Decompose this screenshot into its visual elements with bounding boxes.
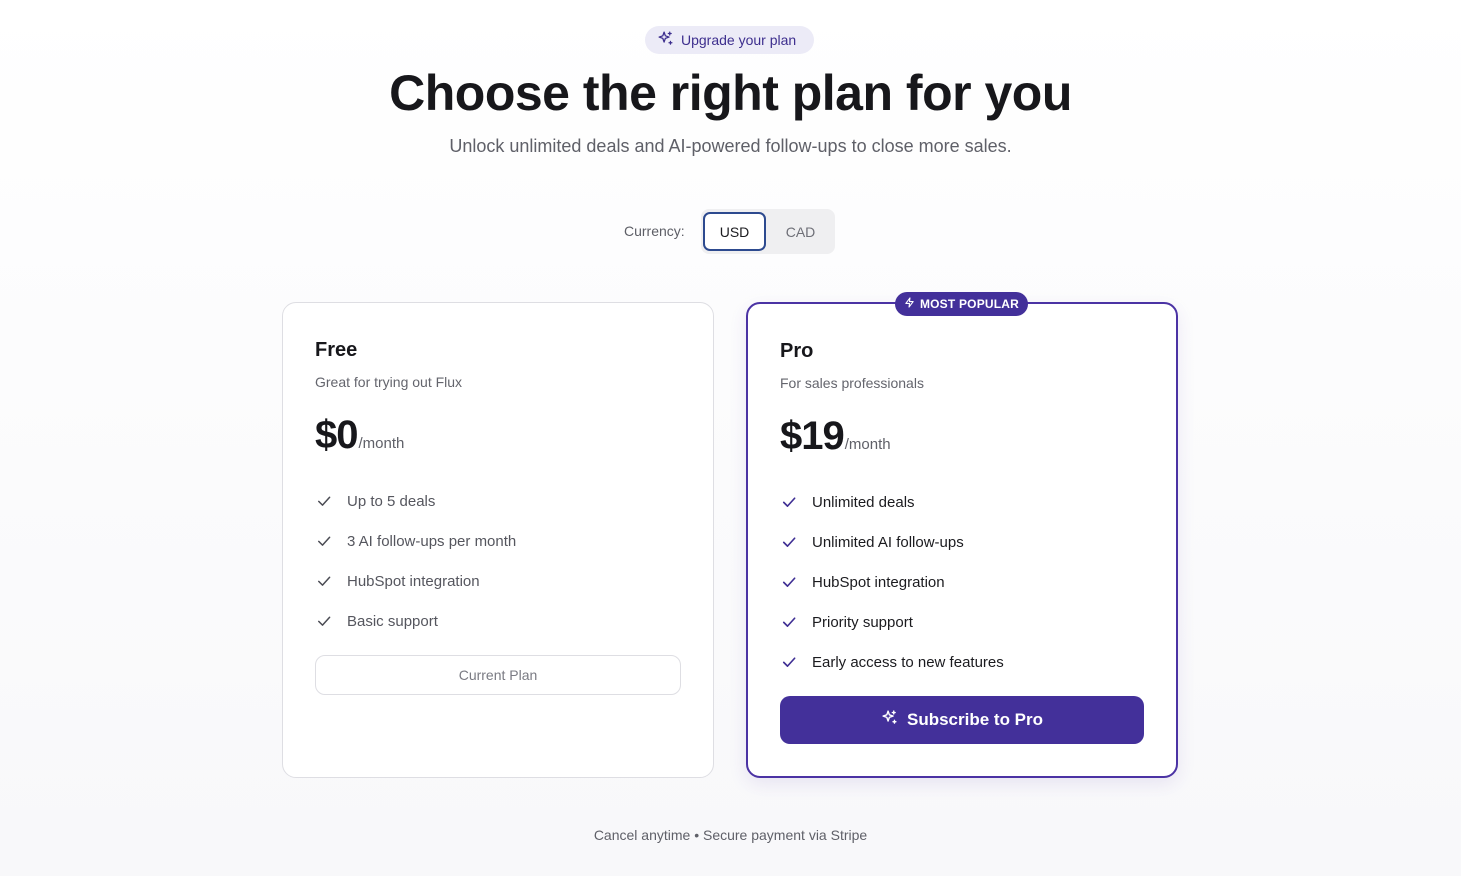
check-icon (315, 612, 333, 630)
most-popular-label: MOST POPULAR (919, 297, 1020, 311)
page-title: Choose the right plan for you (389, 65, 1072, 121)
subscribe-pro-label: Subscribe to Pro (906, 710, 1044, 729)
currency-toggle: USD CAD (701, 209, 835, 254)
feature-item: HubSpot integration (780, 562, 1004, 602)
currency-option-usd[interactable]: USD (703, 212, 766, 251)
feature-label: HubSpot integration (812, 573, 945, 591)
pricing-page: Upgrade your plan Choose the right plan … (0, 0, 1461, 876)
check-icon (315, 532, 333, 550)
currency-label: Currency: (624, 223, 685, 239)
feature-item: Unlimited AI follow-ups (780, 522, 1004, 562)
check-icon (780, 653, 798, 671)
check-icon (780, 573, 798, 591)
plan-description: For sales professionals (780, 375, 924, 391)
check-icon (780, 613, 798, 631)
feature-item: 3 AI follow-ups per month (315, 521, 516, 561)
page-subtitle: Unlock unlimited deals and AI-powered fo… (449, 136, 1012, 156)
sparkles-icon (881, 709, 898, 731)
price-amount: $19 (780, 414, 845, 458)
plan-card-pro: Pro For sales professionals $19 /month U… (746, 302, 1178, 778)
feature-list: Unlimited deals Unlimited AI follow-ups … (780, 482, 1004, 682)
feature-label: Unlimited deals (812, 493, 915, 511)
subscribe-pro-button[interactable]: Subscribe to Pro (780, 696, 1144, 744)
feature-item: Priority support (780, 602, 1004, 642)
upgrade-badge: Upgrade your plan (645, 26, 814, 54)
currency-option-cad[interactable]: CAD (769, 212, 832, 251)
feature-item: Up to 5 deals (315, 481, 516, 521)
feature-label: Early access to new features (812, 653, 1004, 671)
check-icon (315, 492, 333, 510)
price-amount: $0 (315, 413, 358, 457)
feature-label: Unlimited AI follow-ups (812, 533, 964, 551)
zap-icon (904, 297, 915, 311)
plan-price: $19 /month (780, 414, 891, 459)
feature-item: Early access to new features (780, 642, 1004, 682)
footer-note: Cancel anytime • Secure payment via Stri… (593, 827, 868, 843)
plan-card-free: Free Great for trying out Flux $0 /month… (282, 302, 714, 778)
price-period: /month (844, 436, 891, 453)
feature-item: Basic support (315, 601, 516, 641)
sparkles-icon (657, 30, 674, 50)
upgrade-badge-label: Upgrade your plan (681, 32, 797, 48)
feature-label: 3 AI follow-ups per month (347, 532, 517, 550)
feature-label: Priority support (812, 613, 913, 631)
plan-name: Pro (780, 340, 814, 362)
feature-item: Unlimited deals (780, 482, 1004, 522)
plan-price: $0 /month (315, 413, 404, 458)
price-period: /month (358, 435, 405, 452)
feature-list: Up to 5 deals 3 AI follow-ups per month … (315, 481, 516, 641)
feature-item: HubSpot integration (315, 561, 516, 601)
feature-label: Basic support (347, 612, 438, 630)
feature-label: Up to 5 deals (347, 492, 436, 510)
check-icon (780, 533, 798, 551)
plan-name: Free (315, 339, 358, 361)
check-icon (315, 572, 333, 590)
check-icon (780, 493, 798, 511)
plan-description: Great for trying out Flux (315, 374, 463, 390)
current-plan-button[interactable]: Current Plan (315, 655, 681, 695)
most-popular-badge: MOST POPULAR (895, 292, 1028, 316)
feature-label: HubSpot integration (347, 572, 480, 590)
